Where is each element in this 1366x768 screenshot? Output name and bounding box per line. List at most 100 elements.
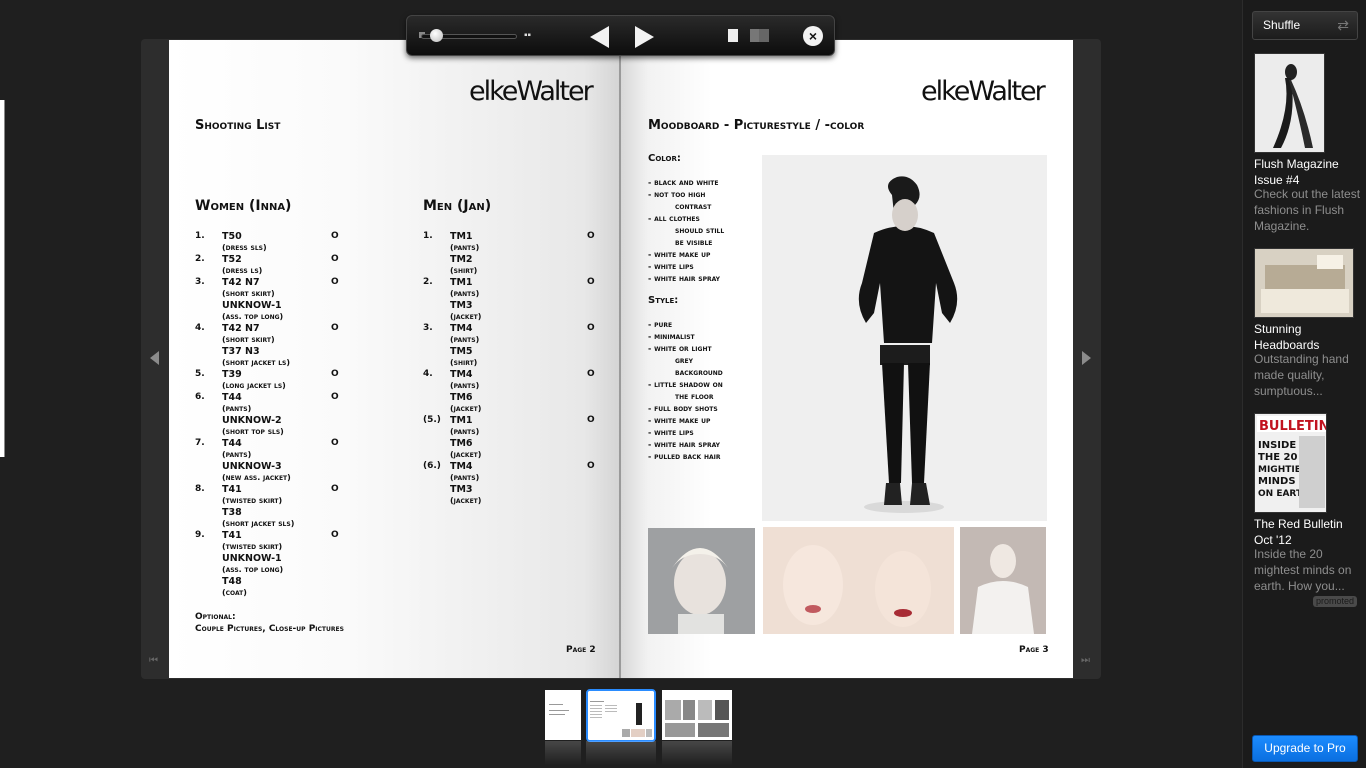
list-item-checkmark: O: [587, 323, 595, 333]
next-page-arrow-icon[interactable]: [1082, 351, 1091, 365]
garment-description: (twisted skirt): [222, 541, 283, 551]
list-item-number: (5.): [423, 415, 441, 425]
svg-text:MINDS: MINDS: [1258, 476, 1296, 487]
list-item-checkmark: O: [331, 530, 339, 540]
page-left[interactable]: elkeWalter Shooting List Women (Inna) Me…: [169, 40, 620, 678]
list-item-number: 4.: [423, 369, 433, 379]
garment-description: (pants): [450, 334, 480, 344]
list-item-number: 1.: [195, 231, 205, 241]
garment-description: (pants): [222, 449, 252, 459]
garment-description: (dress ls): [222, 265, 263, 275]
garment-description: (pants): [450, 242, 480, 252]
color-label: Color:: [648, 153, 681, 164]
moodboard-list-item: - pure: [648, 320, 673, 329]
garment-code: TM3: [450, 300, 473, 311]
thumbnail-reflection: [545, 741, 581, 765]
shuffle-label: Shuffle: [1263, 18, 1301, 32]
double-page-icon[interactable]: [750, 29, 769, 42]
list-item-checkmark: O: [331, 484, 339, 494]
next-page-icon[interactable]: [635, 26, 654, 48]
list-item-number: 3.: [195, 277, 205, 287]
garment-description: (jacket): [450, 495, 482, 505]
garment-code: TM1: [450, 231, 473, 242]
garment-description: (short jacket sls): [222, 518, 295, 528]
recommendation-title[interactable]: Stunning Headboards: [1254, 321, 1362, 353]
garment-description: (jacket): [450, 449, 482, 459]
upgrade-to-pro-button[interactable]: Upgrade to Pro: [1252, 735, 1358, 762]
prev-page-icon[interactable]: [590, 26, 609, 48]
last-page-icon[interactable]: ⏭: [1081, 655, 1091, 667]
garment-code: UNKNOW-3: [222, 461, 282, 472]
moodboard-list-item: - white make up: [648, 250, 711, 259]
page-thumbnail-1[interactable]: [545, 690, 581, 740]
list-item-checkmark: O: [587, 277, 595, 287]
garment-code: TM5: [450, 346, 473, 357]
garment-code: TM1: [450, 415, 473, 426]
garment-description: (short jacket ls): [222, 357, 291, 367]
recommendation-title[interactable]: The Red Bulletin Oct '12: [1254, 516, 1362, 548]
flush-magazine-cover[interactable]: [1254, 53, 1325, 153]
headboards-cover[interactable]: [1254, 248, 1354, 318]
list-item-number: 5.: [195, 369, 205, 379]
moodboard-list-item: - white make up: [648, 416, 711, 425]
moodboard-list-item: - white lips: [648, 262, 694, 271]
garment-description: (short skirt): [222, 288, 275, 298]
garment-description: (jacket): [450, 403, 482, 413]
list-item-number: 3.: [423, 323, 433, 333]
moodboard-list-item: - white or light: [648, 344, 712, 353]
moodboard-photo-3: [960, 527, 1046, 634]
garment-code: T42 N7: [222, 323, 260, 334]
style-label: Style:: [648, 295, 679, 306]
recommendation-description: Inside the 20 mightest minds on earth. H…: [1254, 547, 1352, 593]
moodboard-list-item: - pulled back hair: [648, 452, 721, 461]
garment-description: (pants): [450, 380, 480, 390]
garment-code: T52: [222, 254, 242, 265]
list-item-number: 6.: [195, 392, 205, 402]
list-item-number: 2.: [195, 254, 205, 264]
zoom-in-icon[interactable]: ▪▪: [524, 31, 535, 41]
recommendation-title[interactable]: Flush Magazine Issue #4: [1254, 156, 1362, 188]
moodboard-main-photo: [762, 155, 1047, 521]
moodboard-list-item: - little shadow on: [648, 380, 723, 389]
garment-description: (new ass. jacket): [222, 472, 291, 482]
garment-description: (ass. top long): [222, 311, 284, 321]
garment-code: T42 N7: [222, 277, 260, 288]
list-item-number: (6.): [423, 461, 441, 471]
svg-text:BULLETIN: BULLETIN: [1259, 419, 1327, 434]
single-page-icon[interactable]: [728, 29, 738, 42]
page-heading: Moodboard - Picturestyle / -color: [648, 118, 865, 133]
garment-code: TM6: [450, 392, 473, 403]
moodboard-list-item: - full body shots: [648, 404, 718, 413]
garment-description: (pants): [450, 426, 480, 436]
brand-logo: elkeWalter: [469, 76, 594, 107]
red-bulletin-cover[interactable]: BULLETIN INSIDE THE 20 MIGHTIEST MINDS O…: [1254, 413, 1327, 513]
optional-label: Optional:: [195, 612, 236, 622]
shuffle-button[interactable]: Shuffle ⇄: [1252, 11, 1358, 40]
list-item-checkmark: O: [331, 277, 339, 287]
list-item-checkmark: O: [587, 369, 595, 379]
brand-logo: elkeWalter: [921, 76, 1046, 107]
first-page-icon[interactable]: ⏮: [149, 655, 159, 667]
garment-code: T38: [222, 507, 242, 518]
garment-description: (pants): [450, 472, 480, 482]
list-item-number: 7.: [195, 438, 205, 448]
garment-description: (jacket): [450, 311, 482, 321]
page-thumbnail-2-selected[interactable]: [586, 689, 656, 742]
previous-page-arrow-icon[interactable]: [150, 351, 159, 365]
previous-document-edge[interactable]: [0, 100, 5, 457]
garment-code: TM4: [450, 369, 473, 380]
list-item-checkmark: O: [331, 438, 339, 448]
list-item-checkmark: O: [587, 415, 595, 425]
page-thumbnail-3[interactable]: [662, 690, 732, 740]
garment-description: (short top sls): [222, 426, 284, 436]
moodboard-list-item: - white hair spray: [648, 440, 721, 449]
garment-code: UNKNOW-1: [222, 553, 282, 564]
zoom-slider-handle[interactable]: [430, 29, 444, 42]
promoted-badge: promoted: [1313, 596, 1357, 607]
moodboard-list-item: contrast: [675, 202, 712, 211]
list-item-checkmark: O: [331, 254, 339, 264]
garment-code: TM1: [450, 277, 473, 288]
list-item-number: 1.: [423, 231, 433, 241]
close-button[interactable]: ×: [803, 26, 823, 46]
men-column-heading: Men (Jan): [423, 198, 492, 214]
